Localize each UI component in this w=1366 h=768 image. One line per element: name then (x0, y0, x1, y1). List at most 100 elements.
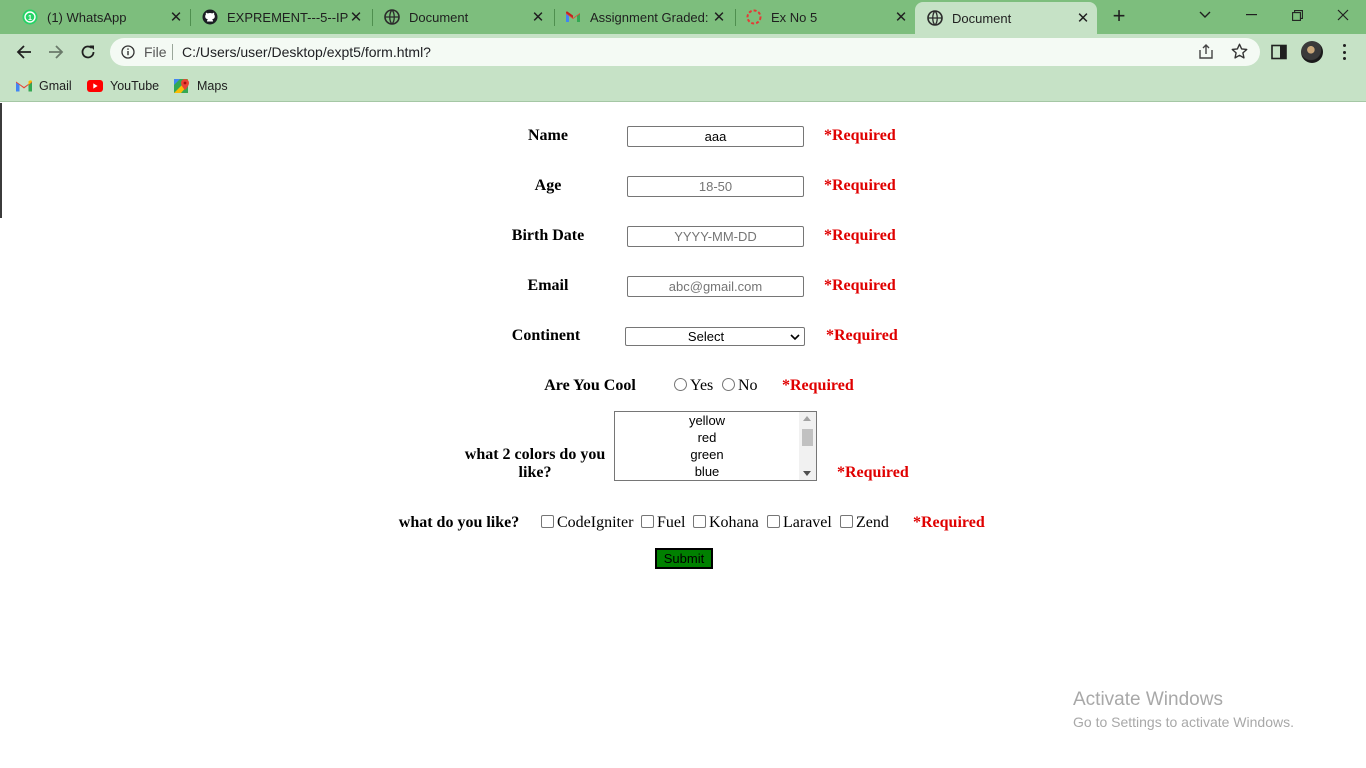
bookmark-label: Maps (197, 79, 228, 93)
forward-button[interactable] (43, 39, 69, 65)
globe-icon (384, 9, 400, 25)
tab-strip: 1 (1) WhatsApp ✕ EXPREMENT---5--IP/F ✕ D… (0, 0, 1366, 34)
tab-title: Ex No 5 (771, 9, 818, 25)
checkbox-codeigniter[interactable] (541, 515, 554, 528)
bookmark-label: Gmail (39, 79, 72, 93)
tab-title: Document (409, 9, 469, 25)
maps-icon (174, 78, 190, 94)
bookmark-gmail[interactable]: Gmail (16, 76, 72, 96)
url-text[interactable]: C:/Users/user/Desktop/expt5/form.html? (182, 44, 431, 60)
watermark-title: Activate Windows (1073, 689, 1223, 710)
close-window-button[interactable] (1320, 0, 1366, 30)
required-indicator: *Required (782, 377, 854, 394)
scheme-label: File (144, 44, 167, 60)
checkbox-label: Zend (856, 514, 889, 531)
scroll-down-icon (803, 471, 811, 476)
tab-document[interactable]: Document ✕ (362, 0, 552, 34)
tab-title: (1) WhatsApp (47, 9, 127, 25)
continent-select[interactable]: Select (625, 327, 805, 346)
bookmark-youtube[interactable]: YouTube (87, 76, 159, 96)
tab-ex-no-5[interactable]: Ex No 5 ✕ (724, 0, 915, 34)
restore-icon (1291, 9, 1303, 21)
whatsapp-icon: 1 (22, 9, 38, 25)
radio-yes[interactable] (674, 378, 687, 391)
checkbox-laravel[interactable] (767, 515, 780, 528)
back-button[interactable] (11, 39, 37, 65)
windows-activation-watermark: Activate Windows Go to Settings to activ… (1073, 689, 1294, 730)
bookmarks-bar: Gmail YouTube Maps (0, 70, 1366, 102)
checkbox-label: Laravel (783, 514, 832, 531)
submit-button[interactable]: Submit (655, 548, 713, 569)
tab-document-active[interactable]: Document ✕ (915, 2, 1097, 34)
likes-label: what do you like? (398, 514, 520, 531)
required-indicator: *Required (824, 227, 896, 244)
age-input[interactable] (627, 176, 804, 197)
colors-label: what 2 colors do you like? (464, 446, 606, 481)
checkbox-label: Kohana (709, 514, 759, 531)
side-panel-icon[interactable] (1271, 44, 1287, 60)
required-indicator: *Required (826, 327, 898, 344)
close-tab-icon[interactable]: ✕ (1075, 10, 1091, 27)
reload-icon (81, 45, 95, 59)
list-item[interactable]: red (615, 429, 799, 446)
close-tab-icon[interactable]: ✕ (893, 9, 909, 26)
browser-toolbar: File C:/Users/user/Desktop/expt5/form.ht… (0, 34, 1366, 70)
name-input[interactable] (627, 126, 804, 147)
email-input[interactable] (627, 276, 804, 297)
birth-date-label: Birth Date (511, 227, 585, 244)
chevron-down-icon (790, 334, 800, 341)
arrow-left-icon (16, 45, 31, 59)
tab-title: Document (952, 10, 1012, 26)
scroll-thumb (802, 429, 813, 446)
minimize-button[interactable] (1228, 0, 1274, 30)
checkbox-label: Fuel (657, 514, 686, 531)
tab-gmail[interactable]: Assignment Graded: E ✕ (543, 0, 733, 34)
required-indicator: *Required (837, 464, 909, 481)
required-indicator: *Required (824, 127, 896, 144)
loading-icon (746, 9, 762, 25)
list-item[interactable]: blue (615, 463, 799, 480)
selected-value: Select (687, 329, 725, 344)
more-menu-icon[interactable] (1336, 43, 1352, 61)
github-icon (202, 9, 218, 25)
tab-search-button[interactable] (1182, 0, 1228, 30)
share-icon[interactable] (1198, 44, 1214, 60)
minimize-icon (1245, 14, 1257, 16)
checkbox-fuel[interactable] (641, 515, 654, 528)
required-indicator: *Required (824, 277, 896, 294)
radio-yes-label: Yes (690, 377, 714, 394)
globe-icon (927, 10, 943, 26)
email-label: Email (527, 277, 569, 294)
checkbox-zend[interactable] (840, 515, 853, 528)
radio-no-label: No (738, 377, 758, 394)
info-icon[interactable] (121, 45, 135, 59)
birth-date-input[interactable] (627, 226, 804, 247)
tab-title: Assignment Graded: E (590, 9, 711, 25)
youtube-icon (87, 78, 103, 94)
list-item[interactable]: yellow (615, 412, 799, 429)
chevron-down-icon (1199, 11, 1211, 18)
watermark-subtitle: Go to Settings to activate Windows. (1073, 714, 1294, 730)
new-tab-button[interactable]: + (1108, 5, 1130, 28)
tab-github[interactable]: EXPREMENT---5--IP/F ✕ (180, 0, 370, 34)
bookmark-maps[interactable]: Maps (174, 76, 228, 96)
required-indicator: *Required (824, 177, 896, 194)
address-bar[interactable]: File C:/Users/user/Desktop/expt5/form.ht… (110, 38, 1260, 66)
bookmark-star-icon[interactable] (1231, 43, 1248, 60)
gmail-icon (565, 9, 581, 25)
avatar[interactable] (1301, 41, 1323, 63)
checkbox-kohana[interactable] (693, 515, 706, 528)
continent-label: Continent (511, 327, 581, 344)
age-label: Age (534, 177, 562, 194)
scroll-up-icon (803, 416, 811, 421)
reload-button[interactable] (75, 39, 101, 65)
are-you-cool-label: Are You Cool (544, 377, 636, 394)
listbox-scrollbar[interactable] (799, 412, 816, 480)
radio-no[interactable] (722, 378, 735, 391)
divider (172, 44, 173, 60)
tab-whatsapp[interactable]: 1 (1) WhatsApp ✕ (0, 0, 190, 34)
restore-button[interactable] (1274, 0, 1320, 30)
colors-listbox[interactable]: yellow red green blue (614, 411, 817, 481)
gmail-icon (16, 78, 32, 94)
list-item[interactable]: green (615, 446, 799, 463)
